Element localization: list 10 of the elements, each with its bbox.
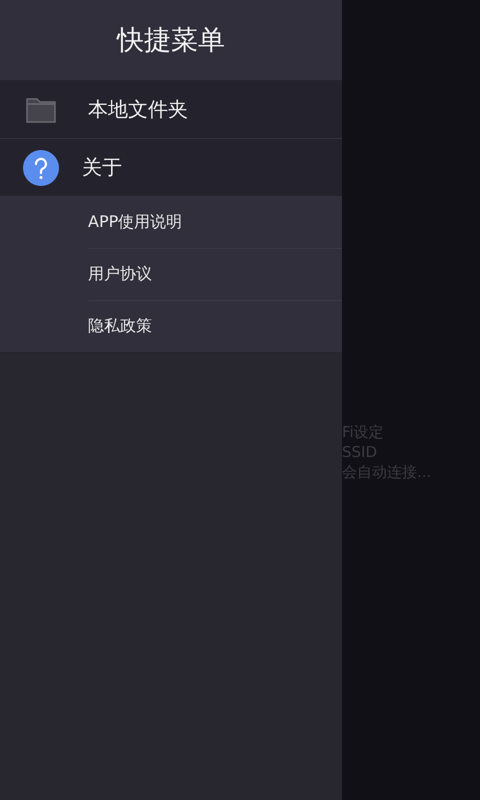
submenu-item[interactable]: 隐私政策 bbox=[88, 301, 342, 352]
submenu-item[interactable]: 用户协议 bbox=[88, 249, 342, 301]
menu-item-label: 关于 bbox=[82, 154, 122, 181]
menu-item-label: 本地文件夹 bbox=[88, 96, 188, 123]
menu-item[interactable]: 本地文件夹 bbox=[0, 81, 342, 139]
help-icon bbox=[23, 150, 59, 186]
menu-item[interactable]: 关于 bbox=[0, 139, 342, 197]
drawer-title: 快捷菜单 bbox=[117, 24, 225, 58]
folder-icon bbox=[26, 96, 56, 122]
submenu-item[interactable]: APP使用说明 bbox=[88, 197, 342, 249]
